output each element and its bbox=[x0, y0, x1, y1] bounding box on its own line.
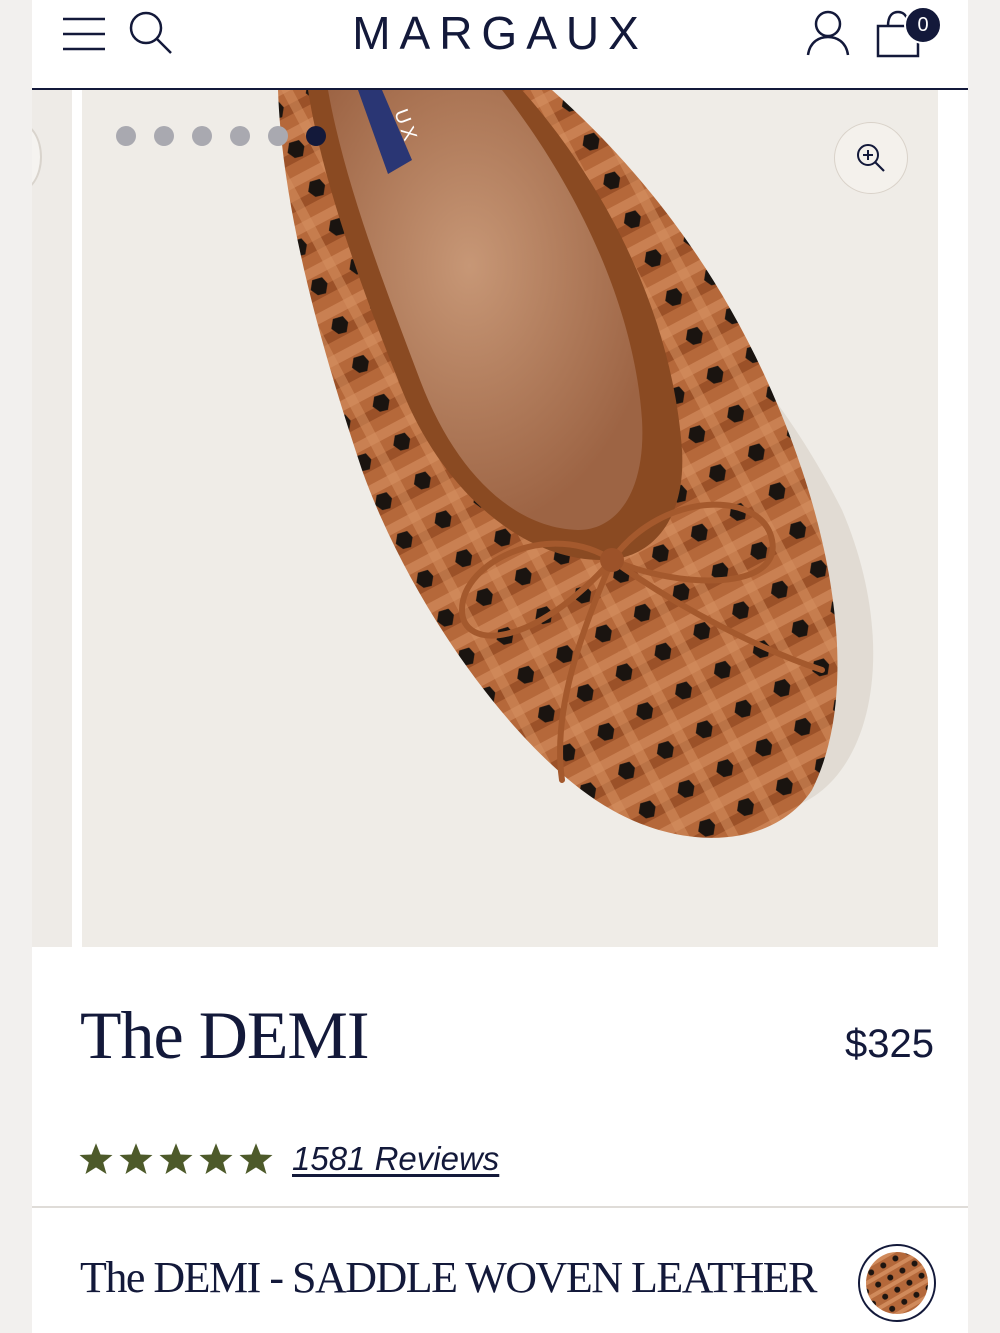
shoe-photo: UX bbox=[278, 90, 874, 838]
product-rating: 1581 Reviews bbox=[78, 1140, 499, 1178]
gallery-dot[interactable] bbox=[230, 126, 250, 146]
search-icon[interactable] bbox=[126, 8, 176, 58]
color-swatch-saddle[interactable] bbox=[858, 1244, 936, 1322]
star-icon bbox=[159, 1143, 193, 1174]
zoom-in-icon[interactable] bbox=[834, 122, 908, 194]
product-title: The DEMI bbox=[80, 997, 369, 1073]
gallery-dot[interactable] bbox=[192, 126, 212, 146]
gallery-dot-active[interactable] bbox=[306, 126, 326, 146]
product-gallery: UX bbox=[32, 90, 968, 947]
star-icon bbox=[79, 1143, 113, 1174]
star-icon bbox=[119, 1143, 153, 1174]
star-rating[interactable] bbox=[78, 1141, 274, 1177]
product-price: $325 bbox=[845, 1022, 934, 1066]
previous-slide-peek[interactable] bbox=[32, 90, 72, 947]
page: MARGAUX 0 UX The DEMI $325 1581 Reviews … bbox=[32, 0, 968, 1333]
account-icon[interactable] bbox=[804, 8, 852, 58]
product-image[interactable]: UX bbox=[82, 90, 938, 947]
star-icon bbox=[239, 1143, 273, 1174]
variant-title: The DEMI - SADDLE WOVEN LEATHER bbox=[80, 1253, 818, 1302]
site-header: MARGAUX 0 bbox=[32, 0, 968, 90]
brand-logo[interactable]: MARGAUX bbox=[292, 6, 708, 60]
gallery-dot[interactable] bbox=[268, 126, 288, 146]
shopping-bag-icon[interactable]: 0 bbox=[874, 6, 944, 60]
gallery-dot[interactable] bbox=[154, 126, 174, 146]
gallery-pagination bbox=[116, 126, 326, 146]
menu-icon[interactable] bbox=[60, 10, 108, 58]
star-icon bbox=[199, 1143, 233, 1174]
cart-count-badge: 0 bbox=[904, 6, 942, 44]
gallery-dot[interactable] bbox=[116, 126, 136, 146]
reviews-link[interactable]: 1581 Reviews bbox=[292, 1140, 499, 1178]
divider bbox=[32, 1206, 968, 1208]
